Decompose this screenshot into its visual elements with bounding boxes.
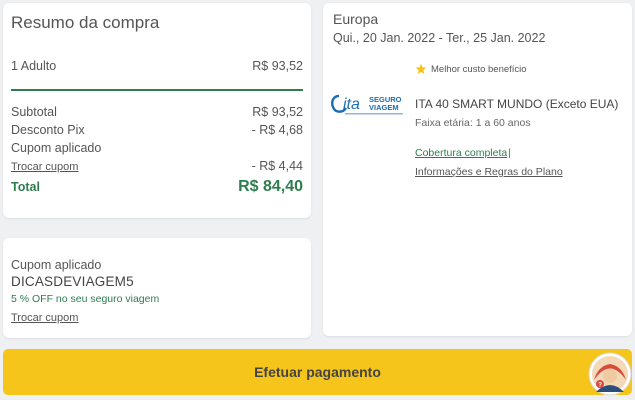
best-value-badge: Melhor custo benefício [415,63,527,75]
support-avatar-icon[interactable]: ? [588,352,632,396]
subtotal-label: Subtotal [11,105,57,119]
coupon-applied-label: Cupom aplicado [11,141,102,155]
coupon-discount-value: - R$ 4,44 [251,159,303,173]
pay-button[interactable]: Efetuar pagamento [3,349,632,395]
summary-title: Resumo da compra [11,13,160,32]
age-range: Faixa etária: 1 a 60 anos [415,117,531,129]
adult-row: 1 Adulto R$ 93,52 [11,59,303,73]
coupon-applied-row: Cupom aplicado [11,141,303,155]
total-value: R$ 84,40 [238,178,303,195]
total-row: Total R$ 84,40 [11,178,303,195]
badge-text: Melhor custo benefício [431,63,527,75]
pix-discount-row: Desconto Pix - R$ 4,68 [11,123,303,137]
subtotal-value: R$ 93,52 [252,105,303,119]
svg-text:?: ? [598,383,602,389]
logo-viagem-text: VIAGEM [369,103,399,112]
subtotal-row: Subtotal R$ 93,52 [11,105,303,119]
coupon-card: Cupom aplicado DICASDEVIAGEM5 5 % OFF no… [3,238,311,338]
purchase-summary-card: Resumo da compra 1 Adulto R$ 93,52 Subto… [3,3,311,218]
insurer-logo: ita SEGURO VIAGEM [331,94,403,115]
summary-divider [11,89,303,91]
plan-name: ITA 40 SMART MUNDO (Exceto EUA) [415,97,619,111]
total-label: Total [11,180,40,194]
link-separator: | [508,147,511,159]
destination: Europa [333,11,379,27]
logo-ita-text: ita [343,96,360,113]
adult-label: 1 Adulto [11,59,57,73]
pix-discount-label: Desconto Pix [11,123,85,137]
coupon-code: DICASDEVIAGEM5 [11,274,134,289]
coupon-card-label: Cupom aplicado [11,258,102,272]
plan-card: Europa Qui., 20 Jan. 2022 - Ter., 25 Jan… [323,3,632,336]
plan-rules-link[interactable]: Informações e Regras do Plano [415,166,563,178]
adult-value: R$ 93,52 [252,59,303,73]
star-icon [415,63,427,74]
coupon-discount-text: 5 % OFF no seu seguro viagem [11,293,160,305]
change-coupon-link[interactable]: Trocar cupom [11,161,78,173]
trip-dates: Qui., 20 Jan. 2022 - Ter., 25 Jan. 2022 [333,31,546,45]
pix-discount-value: - R$ 4,68 [251,123,303,137]
coverage-link[interactable]: Cobertura completa [415,147,507,159]
coupon-change-link[interactable]: Trocar cupom [11,312,78,324]
change-coupon-row: Trocar cupom - R$ 4,44 [11,159,303,173]
